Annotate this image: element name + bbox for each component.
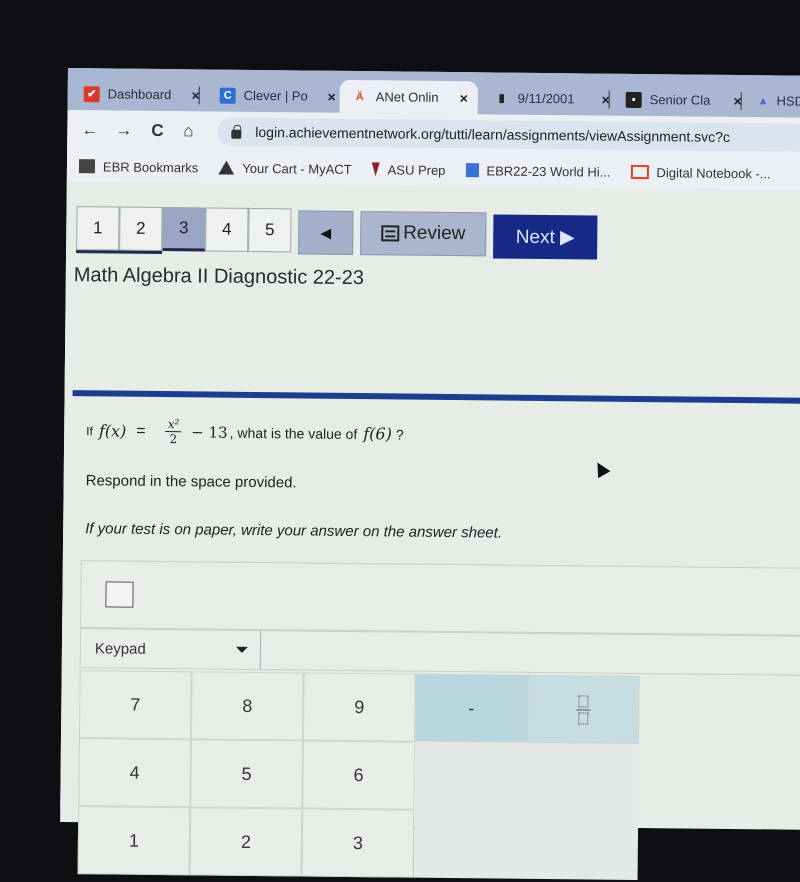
paper-instruction: If your test is on paper, write your ans… [85, 520, 503, 542]
close-icon[interactable]: × [460, 90, 468, 106]
tab-title: HSD [776, 93, 800, 109]
target-expression: f(6) [363, 424, 392, 444]
back-button[interactable]: ← [81, 120, 98, 140]
bookmark-label: EBR22-23 World Hi... [486, 162, 611, 180]
key-2[interactable]: 2 [189, 807, 303, 877]
slides-icon [630, 164, 649, 180]
tab-separator [740, 92, 742, 111]
key-1[interactable]: 1 [77, 806, 191, 876]
bookmark-label: ASU Prep [387, 161, 446, 178]
function-expression: f(x) [98, 421, 127, 441]
progress-underline [76, 250, 163, 254]
assessment-page: 1 2 3 4 5 ◀ Review Next ▶ Math Algebra I… [60, 181, 800, 881]
constant-term: − 13 [191, 422, 228, 442]
drive-icon: ▲ [757, 94, 769, 107]
triangle-left-icon: ◀ [320, 224, 332, 241]
home-button[interactable]: ⌂ [183, 121, 193, 141]
tab-title: Dashboard [107, 86, 172, 103]
question-5-button[interactable]: 5 [248, 207, 292, 253]
review-list-icon [381, 225, 400, 242]
docs-icon [465, 163, 479, 178]
bookmark-label: EBR Bookmarks [102, 158, 199, 175]
keypad-grid: 7 8 9 - 4 5 6 1 2 3 [77, 670, 640, 881]
key-9[interactable]: 9 [302, 672, 416, 742]
tab-separator [608, 90, 610, 109]
bookmark-label: Digital Notebook -... [656, 164, 771, 181]
forward-button[interactable]: → [115, 120, 132, 140]
question-suffix: , what is the value of [229, 424, 358, 442]
question-3-button[interactable]: 3 [162, 206, 206, 252]
key-3[interactable]: 3 [301, 808, 415, 878]
asu-icon [372, 162, 380, 176]
fraction: x² 2 [165, 417, 182, 447]
tab-title: Senior Cla [649, 92, 711, 108]
answer-input[interactable] [105, 581, 134, 608]
response-instruction: Respond in the space provided. [85, 472, 297, 492]
act-icon [218, 161, 234, 175]
fraction-numerator: x² [165, 417, 182, 433]
tab-hsd[interactable]: ▲ HSD [746, 84, 800, 118]
assessment-title: Math Algebra II Diagnostic 22-23 [73, 264, 365, 290]
denominator-placeholder-icon [578, 711, 589, 724]
key-4[interactable]: 4 [78, 738, 191, 808]
previous-button[interactable]: ◀ [298, 210, 354, 255]
tab-title: 9/11/2001 [517, 90, 575, 107]
next-label: Next ▶ [515, 226, 575, 248]
reload-button[interactable]: C [151, 121, 163, 141]
question-1-button[interactable]: 1 [76, 206, 120, 251]
keypad-toolbar: Keypad [79, 628, 800, 676]
answer-area [80, 560, 800, 636]
tab-anet-online[interactable]: Ä ANet Onlin × [339, 79, 478, 115]
address-bar[interactable]: login.achievementnetwork.org/tutti/learn… [217, 117, 800, 152]
bookmark-ebr22-23-world-history[interactable]: EBR22-23 World Hi... [465, 162, 611, 180]
keypad-dropdown[interactable]: Keypad [80, 629, 262, 670]
key-minus[interactable]: - [414, 673, 528, 743]
next-button[interactable]: Next ▶ [493, 214, 598, 260]
question-prefix: If [86, 423, 93, 438]
mouse-pointer-icon [591, 459, 611, 479]
section-divider [72, 390, 800, 404]
question-2-button[interactable]: 2 [119, 206, 163, 251]
review-label: Review [403, 222, 466, 245]
key-6[interactable]: 6 [302, 740, 415, 810]
tab-title: ANet Onlin [375, 89, 439, 105]
question-4-button[interactable]: 4 [205, 207, 249, 252]
browser-window: ✔ Dashboard × C Clever | Po × Ä ANet Onl… [60, 68, 800, 881]
book-icon: ▮ [498, 92, 505, 105]
bookmark-label: Your Cart - MyACT [242, 160, 352, 177]
tab-title: Clever | Po [243, 87, 308, 104]
classroom-icon: ▪ [625, 91, 642, 108]
canvas-icon: ✔ [83, 85, 100, 102]
fraction-bar-icon [576, 708, 591, 711]
bookmark-digital-notebook[interactable]: Digital Notebook -... [630, 164, 771, 181]
equals-sign: = [136, 422, 146, 440]
keypad-empty-area [413, 741, 639, 881]
key-8[interactable]: 8 [190, 671, 304, 741]
key-7[interactable]: 7 [78, 670, 192, 740]
close-icon[interactable]: × [327, 88, 335, 104]
folder-icon [78, 159, 96, 174]
review-button[interactable]: Review [360, 211, 487, 257]
bookmark-ebr-bookmarks[interactable]: EBR Bookmarks [78, 158, 199, 175]
tab-separator [198, 86, 200, 105]
numerator-placeholder-icon [578, 694, 589, 707]
question-navigator: 1 2 3 4 5 [76, 206, 292, 254]
bookmark-asu-prep[interactable]: ASU Prep [372, 161, 446, 178]
url-text: login.achievementnetwork.org/tutti/learn… [255, 123, 731, 145]
clever-icon: C [219, 87, 236, 104]
anet-icon: Ä [355, 90, 364, 103]
key-5[interactable]: 5 [190, 739, 303, 809]
keypad-label: Keypad [94, 639, 146, 658]
question-mark: ? [395, 425, 404, 443]
caret-down-icon [235, 646, 248, 653]
lock-icon [231, 129, 242, 139]
tab-9-11-2001[interactable]: ▮ 9/11/2001 × [482, 81, 610, 115]
tab-senior-class[interactable]: ▪ Senior Cla × [614, 83, 742, 117]
tab-clever[interactable]: C Clever | Po × [208, 78, 336, 112]
question-prompt: If f(x) = x² 2 − 13 , what is the value … [86, 416, 404, 448]
key-fraction[interactable] [526, 674, 640, 745]
bookmark-your-cart-myact[interactable]: Your Cart - MyACT [218, 160, 352, 177]
fraction-denominator: 2 [169, 432, 178, 447]
tab-dashboard[interactable]: ✔ Dashboard × [72, 77, 200, 111]
